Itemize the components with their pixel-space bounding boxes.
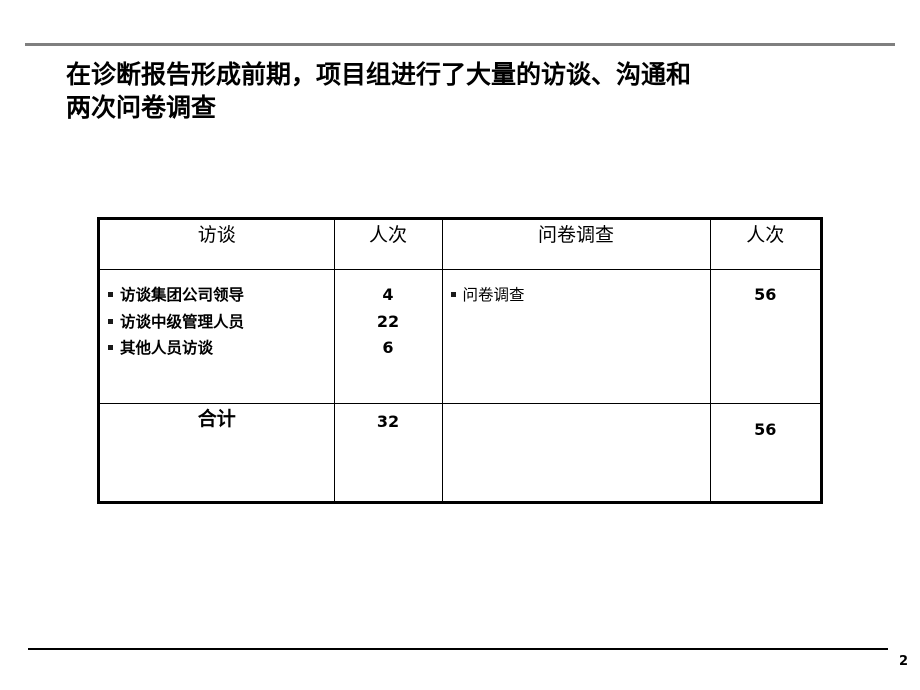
survey-item-list: 问卷调查 [450, 282, 702, 309]
list-item: 问卷调查 [450, 282, 702, 309]
total-interview-count-cell: 32 [333, 403, 443, 501]
table-header-row: 访谈 人次 问卷调查 人次 [100, 220, 820, 270]
total-label: 合计 [197, 408, 236, 430]
interview-item-count: 6 [382, 338, 394, 358]
table-total-row: 合计 32 56 [100, 403, 820, 501]
interview-item-count: 4 [382, 285, 394, 304]
total-survey-count: 56 [754, 420, 777, 439]
interview-count-list: 4 22 6 [343, 282, 434, 362]
interview-item-count: 22 [376, 311, 400, 331]
column-header-survey-count: 人次 [709, 220, 820, 270]
column-header-interview: 访谈 [100, 220, 335, 270]
survey-count-list: 56 [719, 282, 813, 309]
list-item: 访谈集团公司领导 [108, 282, 326, 309]
interview-item-label: 访谈集团公司领导 [120, 286, 245, 304]
page-number: 2 [898, 654, 908, 669]
slide-canvas: 在诊断报告形成前期，项目组进行了大量的访谈、沟通和 两次问卷调查 访谈 人次 问… [0, 0, 920, 690]
interview-item-label: 访谈中级管理人员 [120, 312, 245, 331]
square-bullet-icon [108, 292, 113, 297]
list-item: 访谈中级管理人员 [108, 309, 326, 336]
column-header-interview-count: 人次 [333, 220, 443, 270]
interview-item-list: 访谈集团公司领导 访谈中级管理人员 其他人员访谈 [108, 282, 326, 362]
square-bullet-icon [450, 292, 456, 297]
table-body-row: 访谈集团公司领导 访谈中级管理人员 其他人员访谈 4 22 6 问卷调查 56 [100, 269, 820, 404]
total-survey-blank-cell [441, 403, 711, 501]
list-item: 其他人员访谈 [108, 335, 326, 362]
page-title: 在诊断报告形成前期，项目组进行了大量的访谈、沟通和 两次问卷调查 [66, 60, 692, 122]
survey-item-count: 56 [754, 285, 777, 304]
square-bullet-icon [108, 345, 113, 351]
total-label-cell: 合计 [100, 403, 335, 501]
interview-items-cell: 访谈集团公司领导 访谈中级管理人员 其他人员访谈 [100, 269, 335, 404]
survey-items-cell: 问卷调查 [441, 269, 711, 404]
interview-item-label: 其他人员访谈 [120, 339, 214, 358]
footer-divider-rule [28, 648, 888, 650]
column-header-survey: 问卷调查 [441, 220, 711, 270]
table: 访谈 人次 问卷调查 人次 访谈集团公司领导 访谈中级管理人员 其他人员访谈 4… [100, 220, 820, 501]
square-bullet-icon [108, 318, 113, 324]
interview-counts-cell: 4 22 6 [333, 269, 443, 404]
total-interview-count: 32 [376, 412, 400, 431]
survey-counts-cell: 56 [709, 269, 820, 404]
total-survey-count-cell: 56 [709, 403, 820, 501]
survey-item-label: 问卷调查 [462, 286, 525, 304]
header-divider-rule [25, 43, 895, 46]
interview-survey-table: 访谈 人次 问卷调查 人次 访谈集团公司领导 访谈中级管理人员 其他人员访谈 4… [97, 217, 823, 504]
